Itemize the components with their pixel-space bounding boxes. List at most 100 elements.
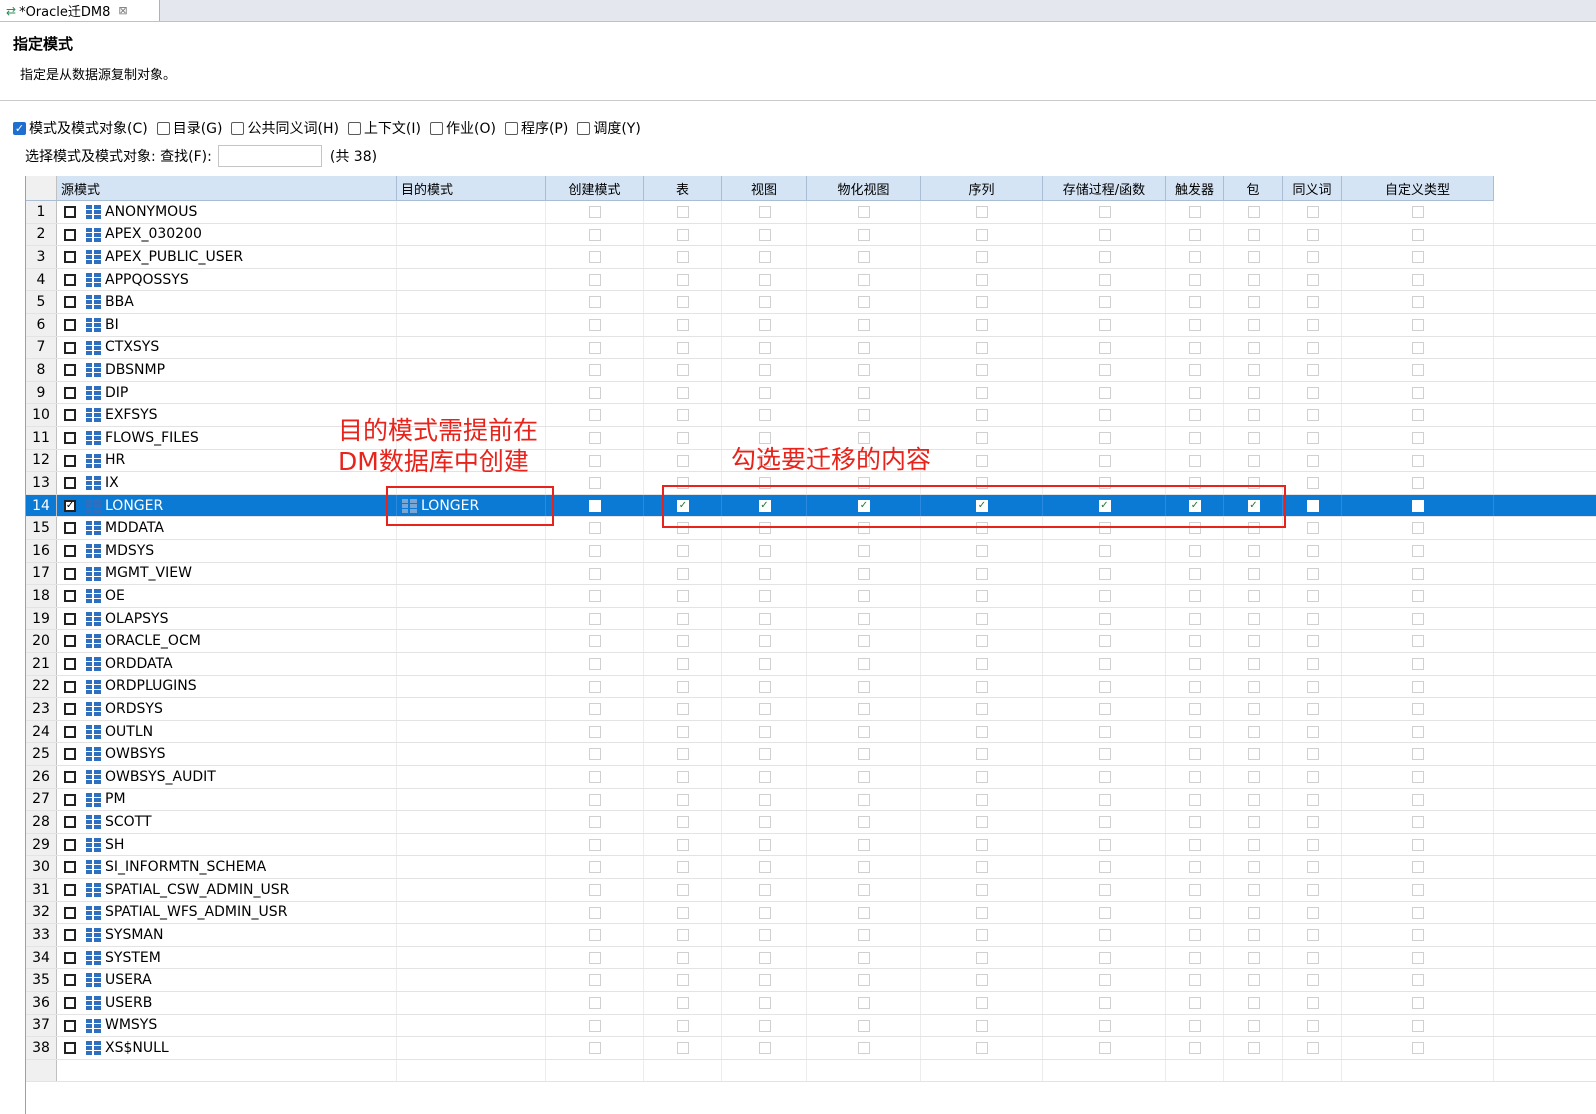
row-select-checkbox[interactable]: [64, 1042, 76, 1055]
object-type-checkbox[interactable]: [1098, 228, 1111, 241]
object-type-checkbox[interactable]: [677, 432, 689, 444]
object-type-checkbox[interactable]: [589, 522, 601, 535]
row-select-checkbox[interactable]: [64, 703, 76, 716]
column-header[interactable]: 存储过程/函数: [1043, 176, 1166, 201]
object-type-checkbox[interactable]: [589, 319, 601, 331]
object-type-checkbox[interactable]: [1189, 612, 1201, 625]
object-type-checkbox[interactable]: [1306, 296, 1319, 309]
object-type-checkbox[interactable]: [858, 658, 870, 670]
object-type-checkbox[interactable]: [1306, 545, 1319, 557]
object-type-checkbox[interactable]: [677, 228, 689, 241]
object-type-checkbox[interactable]: [1306, 386, 1319, 399]
object-type-checkbox[interactable]: [758, 590, 771, 603]
option-checkbox[interactable]: ✓: [13, 121, 26, 135]
object-type-checkbox[interactable]: [1098, 567, 1111, 580]
object-type-checkbox[interactable]: [1247, 703, 1260, 716]
row-select-checkbox[interactable]: [64, 612, 76, 625]
table-row[interactable]: 37 WMSYS: [26, 1014, 1596, 1038]
object-type-checkbox[interactable]: [976, 545, 988, 557]
object-type-checkbox[interactable]: [1412, 997, 1424, 1009]
object-type-checkbox[interactable]: [1247, 658, 1260, 670]
object-type-checkbox[interactable]: [1189, 816, 1201, 829]
table-row[interactable]: 19 OLAPSYS: [26, 607, 1596, 631]
object-type-checkbox[interactable]: [1247, 386, 1260, 399]
object-type-checkbox[interactable]: [1189, 793, 1201, 806]
object-type-checkbox[interactable]: [589, 974, 601, 987]
object-type-checkbox[interactable]: [758, 364, 771, 377]
object-type-checkbox[interactable]: [976, 590, 988, 603]
object-type-checkbox[interactable]: [1412, 635, 1424, 648]
object-type-checkbox[interactable]: [589, 997, 601, 1009]
option-5[interactable]: 程序(P): [504, 118, 568, 138]
object-type-checkbox[interactable]: [976, 929, 988, 942]
object-type-checkbox[interactable]: [1189, 771, 1201, 783]
object-type-checkbox[interactable]: [1247, 906, 1260, 919]
table-row[interactable]: 10 EXFSYS: [26, 404, 1596, 427]
object-type-checkbox[interactable]: [1189, 861, 1201, 874]
close-icon[interactable]: ⊠: [118, 4, 127, 17]
object-type-checkbox[interactable]: [589, 364, 601, 377]
object-type-checkbox[interactable]: [1412, 251, 1424, 264]
table-row[interactable]: 20 ORACLE_OCM: [26, 630, 1596, 653]
object-type-checkbox[interactable]: [677, 1042, 689, 1055]
object-type-checkbox[interactable]: [589, 341, 601, 354]
object-type-checkbox[interactable]: [1412, 206, 1424, 218]
object-type-checkbox[interactable]: [1306, 409, 1319, 422]
object-type-checkbox[interactable]: [1189, 567, 1201, 580]
object-type-checkbox[interactable]: [1098, 296, 1111, 309]
object-type-checkbox[interactable]: [1412, 974, 1424, 987]
object-type-checkbox[interactable]: [589, 386, 601, 399]
object-type-checkbox[interactable]: [1412, 432, 1424, 444]
table-row[interactable]: 3 APEX_PUBLIC_USER: [26, 246, 1596, 269]
object-type-checkbox[interactable]: [589, 658, 601, 670]
object-type-checkbox[interactable]: [1306, 793, 1319, 806]
option-6[interactable]: 调度(Y): [577, 118, 641, 138]
object-type-checkbox[interactable]: [1412, 590, 1424, 603]
object-type-checkbox[interactable]: [1189, 658, 1201, 670]
table-row[interactable]: 36 USERB: [26, 992, 1596, 1015]
object-type-checkbox[interactable]: [1189, 884, 1201, 896]
object-type-checkbox[interactable]: [677, 364, 689, 377]
column-header[interactable]: 包: [1224, 176, 1283, 201]
object-type-checkbox[interactable]: [1412, 386, 1424, 399]
object-type-checkbox[interactable]: [677, 251, 689, 264]
object-type-checkbox[interactable]: [858, 590, 870, 603]
object-type-checkbox[interactable]: [1306, 997, 1319, 1009]
object-type-checkbox[interactable]: [976, 567, 988, 580]
row-select-checkbox[interactable]: [64, 658, 76, 670]
object-type-checkbox[interactable]: [1306, 567, 1319, 580]
table-row[interactable]: 23 ORDSYS: [26, 698, 1596, 721]
object-type-checkbox[interactable]: [976, 884, 988, 896]
object-type-checkbox[interactable]: [1189, 454, 1201, 467]
object-type-checkbox[interactable]: [758, 816, 771, 829]
option-3[interactable]: 上下文(I): [347, 118, 421, 138]
object-type-checkbox[interactable]: [1412, 861, 1424, 874]
object-type-checkbox[interactable]: [589, 273, 601, 286]
object-type-checkbox[interactable]: [976, 748, 988, 761]
object-type-checkbox[interactable]: [858, 974, 870, 987]
object-type-checkbox[interactable]: [858, 206, 870, 218]
object-type-checkbox[interactable]: [976, 319, 988, 331]
object-type-checkbox[interactable]: [758, 409, 771, 422]
object-type-checkbox[interactable]: [1306, 1042, 1319, 1055]
object-type-checkbox[interactable]: [976, 273, 988, 286]
object-type-checkbox[interactable]: [976, 364, 988, 377]
object-type-checkbox[interactable]: [758, 612, 771, 625]
object-type-checkbox[interactable]: [677, 635, 689, 648]
object-type-checkbox[interactable]: [858, 816, 870, 829]
object-type-checkbox[interactable]: [1412, 545, 1424, 557]
object-type-checkbox[interactable]: [1306, 771, 1319, 783]
object-type-checkbox[interactable]: [1189, 296, 1201, 309]
object-type-checkbox[interactable]: [758, 273, 771, 286]
object-type-checkbox[interactable]: [1098, 725, 1111, 738]
object-type-checkbox[interactable]: [677, 997, 689, 1009]
object-type-checkbox[interactable]: [858, 771, 870, 783]
object-type-checkbox[interactable]: [1247, 793, 1260, 806]
table-row[interactable]: 2 APEX_030200: [26, 223, 1596, 247]
object-type-checkbox[interactable]: [1098, 341, 1111, 354]
object-type-checkbox[interactable]: [1098, 454, 1111, 467]
row-select-checkbox[interactable]: [64, 273, 76, 286]
object-type-checkbox[interactable]: [976, 997, 988, 1009]
object-type-checkbox[interactable]: [1098, 432, 1111, 444]
object-type-checkbox[interactable]: [1247, 951, 1260, 964]
